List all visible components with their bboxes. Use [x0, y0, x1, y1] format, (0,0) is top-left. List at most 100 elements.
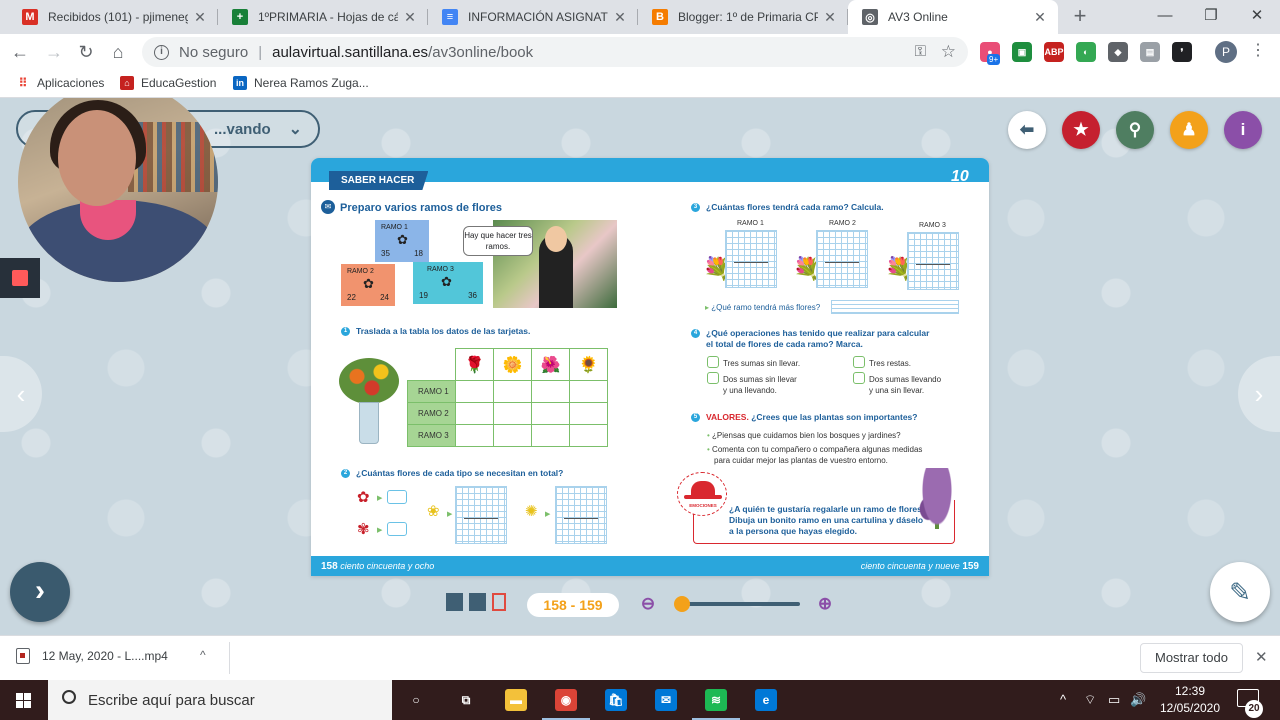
right-page-number: 159	[962, 561, 979, 572]
bookmark-star-icon[interactable]: ☆	[941, 42, 956, 62]
checkbox[interactable]	[853, 372, 865, 384]
classroom-icon[interactable]: ▣	[1012, 42, 1032, 62]
tab-2[interactable]: +1ºPRIMARIA - Hojas de cálc ✕	[218, 0, 428, 34]
zoom-in-icon[interactable]: ⊕	[813, 592, 837, 616]
page-indicator[interactable]: 158 - 159	[527, 593, 619, 617]
bookmark-linkedin[interactable]: in Nerea Ramos Zuga...	[233, 76, 369, 90]
wifi-icon[interactable]: ⌔	[1084, 692, 1096, 708]
stop-recording-button[interactable]	[0, 258, 40, 298]
calculation-grid[interactable]	[555, 486, 607, 544]
download-item[interactable]: 12 May, 2020 - L....mp4	[16, 648, 168, 664]
question-3-sub: ▸ ¿Qué ramo tendrá más flores?	[705, 303, 821, 312]
close-icon[interactable]: ✕	[1032, 9, 1048, 25]
chrome-ext-icon[interactable]: ◐	[1076, 42, 1096, 62]
info-button[interactable]: i	[1224, 111, 1262, 149]
tab-5[interactable]: ◎ AV3 Online ✕	[848, 0, 1058, 34]
question-1: 1 Traslada a la tabla los datos de las ta…	[341, 326, 530, 337]
chrome-app[interactable]: ◉	[542, 680, 590, 720]
new-tab-button[interactable]: +	[1066, 3, 1094, 31]
zoom-out-icon[interactable]: ⊖	[636, 592, 660, 616]
reload-icon[interactable]: ↻	[74, 40, 98, 64]
profile-avatar[interactable]: P	[1215, 41, 1237, 63]
favorites-button[interactable]: ★	[1062, 111, 1100, 149]
calculation-grid[interactable]	[455, 486, 507, 544]
calculation-grid[interactable]	[725, 230, 777, 288]
user-button[interactable]: ♟	[1170, 111, 1208, 149]
cortana-app[interactable]: ○	[392, 680, 440, 720]
mail-app[interactable]: ✉	[642, 680, 690, 720]
pdf-icon[interactable]	[492, 593, 506, 611]
quote-ext-icon[interactable]: ❜	[1172, 42, 1192, 62]
flower-icon: ✿	[441, 274, 452, 289]
activity-title: Preparo varios ramos de flores	[340, 202, 503, 214]
spotify-app[interactable]: ≋	[692, 680, 740, 720]
edge-app[interactable]: e	[742, 680, 790, 720]
download-shelf: 12 May, 2020 - L....mp4 ^ Mostrar todo ✕	[0, 635, 1280, 680]
answer-box[interactable]	[387, 490, 407, 504]
calculation-grid[interactable]	[816, 230, 868, 288]
minimize-button[interactable]: —	[1142, 0, 1188, 32]
menu-kebab-icon[interactable]: ⋮	[1250, 40, 1266, 60]
bookmark-educagestion[interactable]: ⌂ EducaGestion	[120, 76, 216, 90]
close-icon[interactable]: ✕	[612, 9, 628, 25]
cortana-icon: ○	[412, 693, 420, 707]
windows-start-button[interactable]	[0, 680, 48, 720]
table-row: RAMO 1	[407, 380, 608, 403]
url-host: aulavirtual.santillana.es	[272, 43, 429, 61]
store-icon: 🛍	[605, 689, 627, 711]
arrow-ext-icon[interactable]: ◆	[1108, 42, 1128, 62]
flower-vase-image	[339, 358, 399, 444]
docs-icon: ≡	[442, 9, 458, 25]
checkbox[interactable]	[707, 372, 719, 384]
back-button[interactable]: ⬅	[1008, 111, 1046, 149]
show-all-button[interactable]: Mostrar todo	[1140, 643, 1243, 673]
checkbox[interactable]	[853, 356, 865, 368]
home-icon[interactable]: ⌂	[106, 40, 130, 64]
address-bar[interactable]: i No seguro | aulavirtual.santillana.es /…	[142, 37, 968, 67]
next-button[interactable]: ›	[10, 562, 70, 622]
answer-box[interactable]	[387, 522, 407, 536]
forward-icon[interactable]: →	[42, 40, 66, 64]
tab-ext-icon[interactable]: ▤	[1140, 42, 1160, 62]
answer-line[interactable]	[831, 300, 959, 314]
tab-4[interactable]: B Blogger: 1º de Primaria CP ✕	[638, 0, 848, 34]
taskbar-search[interactable]: Escribe aquí para buscar	[48, 680, 392, 720]
double-page-icon[interactable]	[469, 593, 486, 611]
search-button[interactable]: ⚲	[1116, 111, 1154, 149]
info-icon[interactable]: i	[154, 44, 169, 60]
tab-3[interactable]: ≡ INFORMACIÓN ASIGNATUR ✕	[428, 0, 638, 34]
stop-icon	[12, 270, 28, 286]
speech-bubble: Hay que hacer tres ramos.	[463, 226, 533, 256]
card-ramo-2: RAMO 2 ✿ 22 24	[341, 264, 395, 306]
close-icon[interactable]: ✕	[822, 9, 838, 25]
sunflower-icon: 🌻	[569, 348, 608, 381]
close-icon[interactable]: ✕	[402, 9, 418, 25]
extension-badge: 9+	[987, 54, 1001, 65]
store-app[interactable]: 🛍	[592, 680, 640, 720]
file-explorer-app[interactable]: ▬	[492, 680, 540, 720]
task-view-app[interactable]: ⧉	[442, 680, 490, 720]
checkbox[interactable]	[707, 356, 719, 368]
volume-icon[interactable]: 🔊	[1130, 692, 1146, 708]
calculation-grid[interactable]	[907, 232, 959, 290]
chevron-up-icon[interactable]: ^	[200, 648, 206, 662]
flower-table: 🌹 🌼 🌺 🌻 RAMO 1 RAMO 2 RAMO 3	[407, 348, 608, 447]
close-icon[interactable]: ✕	[192, 9, 208, 25]
key-icon[interactable]: ⚿	[915, 43, 926, 60]
notification-count: 20	[1245, 700, 1263, 718]
zoom-slider[interactable]	[674, 596, 800, 612]
gmail-icon: M	[22, 9, 38, 25]
adblock-icon[interactable]: ABP	[1044, 42, 1064, 62]
search-icon	[62, 690, 76, 704]
tray-chevron-icon[interactable]: ^	[1060, 692, 1066, 707]
system-clock[interactable]: 12:39 12/05/2020	[1155, 683, 1225, 717]
back-icon[interactable]: ←	[8, 40, 32, 64]
tab-1[interactable]: M Recibidos (101) - pjimenega ✕	[8, 0, 218, 34]
window-close-button[interactable]: ✕	[1234, 0, 1280, 32]
pencil-icon[interactable]: ✎	[1210, 562, 1270, 622]
battery-icon[interactable]: ▭	[1108, 692, 1120, 708]
bookmark-apps[interactable]: ⠿ Aplicaciones	[16, 76, 105, 90]
restore-button[interactable]: ❐	[1188, 0, 1234, 32]
single-page-icon[interactable]	[446, 593, 463, 611]
close-icon[interactable]: ✕	[1255, 648, 1268, 666]
